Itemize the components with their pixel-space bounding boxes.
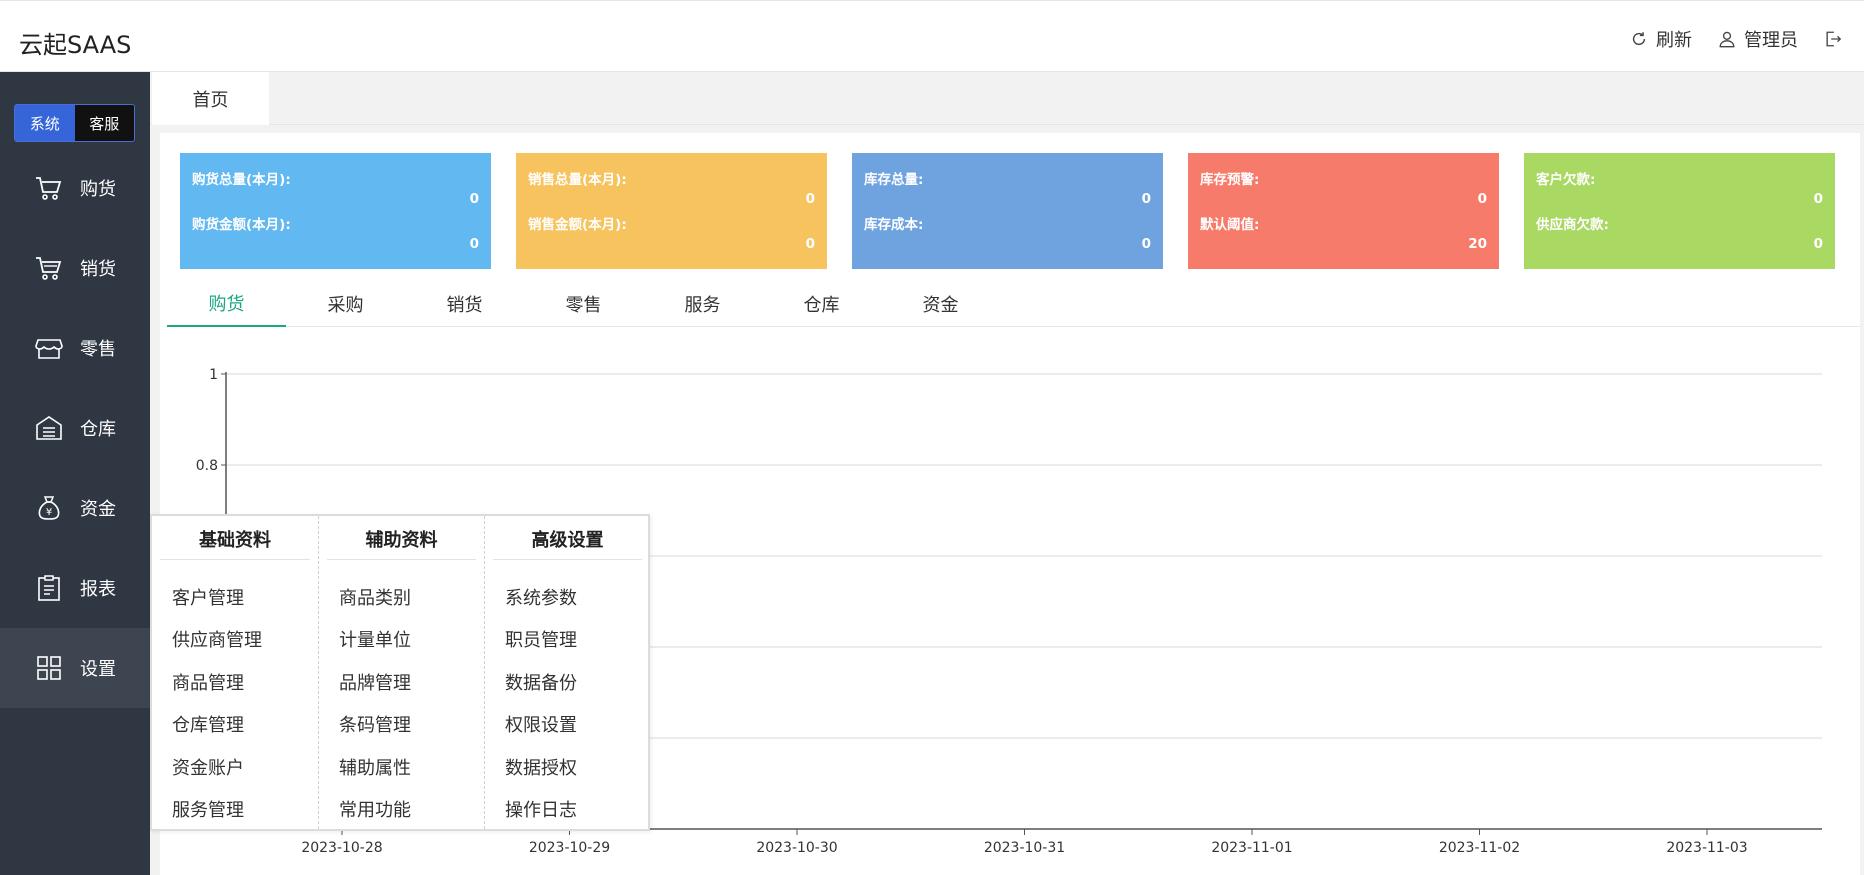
cart-icon (36, 177, 62, 200)
sidebar-item-label: 零售 (80, 339, 116, 360)
tab-funds[interactable]: 资金 (881, 281, 1000, 327)
stat-value: 20 (1468, 236, 1487, 252)
cart-icon (36, 257, 62, 280)
dropdown-column-advanced: 高级设置 系统参数 职员管理 数据备份 权限设置 数据授权 操作日志 (484, 516, 650, 829)
stat-label: 默认阈值: (1200, 217, 1260, 233)
tab-procurement[interactable]: 采购 (286, 281, 405, 327)
stat-value: 0 (1141, 236, 1151, 252)
grid-icon (37, 656, 61, 680)
refresh-icon (1632, 32, 1646, 46)
sidebar: 系统 客服 购货 销货 零售 仓库 ¥ 资金 报表 设置 (0, 72, 150, 875)
sidebar-item-label: 设置 (80, 659, 116, 680)
mode-system-button[interactable]: 系统 (15, 105, 75, 141)
stat-value: 0 (1141, 191, 1151, 207)
menu-item[interactable]: 供应商管理 (172, 626, 262, 652)
sidebar-item-label: 资金 (80, 499, 116, 520)
menu-item[interactable]: 资金账户 (172, 754, 244, 780)
sidebar-item-label: 报表 (80, 579, 116, 600)
menu-item[interactable]: 客户管理 (172, 584, 244, 610)
clipboard-icon (38, 575, 60, 601)
logout-icon (1826, 31, 1842, 47)
stat-card-stock-alert: 库存预警: 0 默认阈值: 20 (1188, 153, 1499, 269)
sidebar-item-label: 仓库 (80, 419, 116, 440)
stat-label: 销售总量(本月): (528, 172, 627, 188)
sidebar-item-warehouse[interactable]: 仓库 (0, 388, 150, 468)
sidebar-item-funds[interactable]: ¥ 资金 (0, 468, 150, 548)
sidebar-nav: 购货 销货 零售 仓库 ¥ 资金 报表 设置 (0, 148, 150, 708)
menu-item[interactable]: 职员管理 (505, 626, 577, 652)
dropdown-column-title: 辅助资料 (327, 526, 476, 560)
sidebar-item-reports[interactable]: 报表 (0, 548, 150, 628)
brand-title: 云起SAAS (19, 31, 132, 59)
menu-item[interactable]: 权限设置 (505, 711, 577, 737)
sidebar-item-retail[interactable]: 零售 (0, 308, 150, 388)
menu-item[interactable]: 辅助属性 (339, 754, 411, 780)
user-menu[interactable]: 管理员 (1718, 26, 1798, 52)
sidebar-item-label: 购货 (80, 179, 116, 200)
stat-label: 购货金额(本月): (192, 217, 291, 233)
tab-warehouse[interactable]: 仓库 (762, 281, 881, 327)
menu-item[interactable]: 数据备份 (505, 669, 577, 695)
warehouse-icon (36, 416, 62, 440)
stat-value: 0 (1477, 191, 1487, 207)
tab-retail[interactable]: 零售 (524, 281, 643, 327)
stat-card-debts: 客户欠款: 0 供应商欠款: 0 (1524, 153, 1835, 269)
menu-item[interactable]: 系统参数 (505, 584, 577, 610)
stat-value: 0 (805, 191, 815, 207)
logout-button[interactable] (1824, 30, 1842, 48)
sidebar-item-label: 销货 (80, 259, 116, 280)
stat-label: 销售金额(本月): (528, 217, 627, 233)
dropdown-column-title: 高级设置 (493, 526, 642, 560)
sidebar-item-settings[interactable]: 设置 (0, 628, 150, 708)
stat-card-inventory: 库存总量: 0 库存成本: 0 (852, 153, 1163, 269)
menu-item[interactable]: 操作日志 (505, 796, 577, 822)
stat-value: 0 (1813, 191, 1823, 207)
top-border (0, 0, 1864, 8)
menu-item[interactable]: 品牌管理 (339, 669, 411, 695)
user-icon (1719, 31, 1735, 48)
menu-item[interactable]: 服务管理 (172, 796, 244, 822)
money-bag-icon: ¥ (38, 496, 60, 520)
sidebar-item-purchase[interactable]: 购货 (0, 148, 150, 228)
stat-value: 0 (469, 236, 479, 252)
tab-sales[interactable]: 销货 (405, 281, 524, 327)
store-icon (35, 339, 63, 359)
menu-item[interactable]: 数据授权 (505, 754, 577, 780)
tab-home[interactable]: 首页 (152, 72, 269, 125)
dropdown-column-title: 基础资料 (160, 526, 310, 560)
refresh-button[interactable]: 刷新 (1630, 26, 1692, 52)
refresh-label: 刷新 (1656, 30, 1692, 51)
stat-value: 0 (1813, 236, 1823, 252)
stat-value: 0 (469, 191, 479, 207)
menu-item[interactable]: 条码管理 (339, 711, 411, 737)
tab-purchase[interactable]: 购货 (167, 281, 286, 327)
menu-item[interactable]: 计量单位 (339, 626, 411, 652)
dropdown-column-auxiliary: 辅助资料 商品类别 计量单位 品牌管理 条码管理 辅助属性 常用功能 (318, 516, 484, 829)
app-header: 云起SAAS 刷新 管理员 (0, 8, 1864, 72)
menu-item[interactable]: 仓库管理 (172, 711, 244, 737)
settings-dropdown-menu: 基础资料 客户管理 供应商管理 商品管理 仓库管理 资金账户 服务管理 辅助资料… (150, 514, 650, 831)
dropdown-column-basic: 基础资料 客户管理 供应商管理 商品管理 仓库管理 资金账户 服务管理 (152, 516, 318, 829)
stat-label: 库存成本: (864, 217, 924, 233)
stat-label: 供应商欠款: (1536, 217, 1609, 233)
header-actions: 刷新 管理员 (1630, 26, 1842, 52)
stat-label: 客户欠款: (1536, 172, 1596, 188)
section-tabs: 购货 采购 销货 零售 服务 仓库 资金 (167, 281, 1860, 327)
mode-service-button[interactable]: 客服 (74, 105, 134, 141)
svg-text:¥: ¥ (46, 507, 52, 518)
stat-label: 库存总量: (864, 172, 924, 188)
tab-service[interactable]: 服务 (643, 281, 762, 327)
menu-item[interactable]: 商品类别 (339, 584, 411, 610)
stat-card-sales: 销售总量(本月): 0 销售金额(本月): 0 (516, 153, 827, 269)
sidebar-item-sales[interactable]: 销货 (0, 228, 150, 308)
stat-card-purchase: 购货总量(本月): 0 购货金额(本月): 0 (180, 153, 491, 269)
menu-item[interactable]: 商品管理 (172, 669, 244, 695)
stat-value: 0 (805, 236, 815, 252)
page-tab-bar: 首页 (150, 72, 1864, 125)
stat-label: 库存预警: (1200, 172, 1260, 188)
mode-switch: 系统 客服 (14, 104, 135, 142)
menu-item[interactable]: 常用功能 (339, 796, 411, 822)
user-label: 管理员 (1744, 30, 1798, 51)
stat-label: 购货总量(本月): (192, 172, 291, 188)
